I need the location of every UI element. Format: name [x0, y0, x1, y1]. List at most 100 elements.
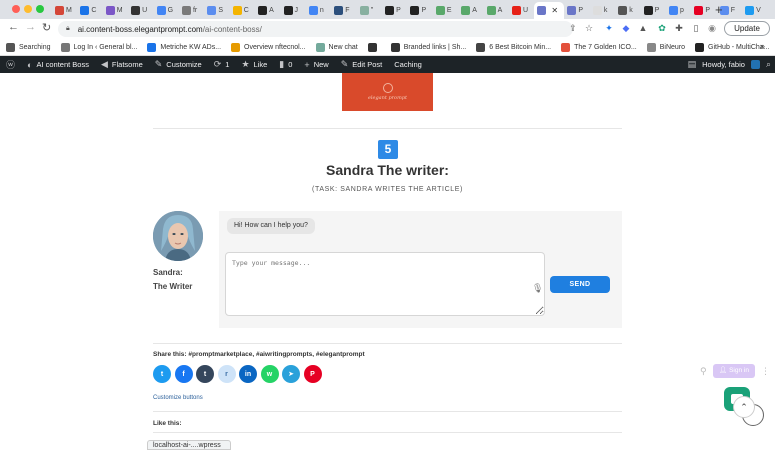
browser-tab[interactable]: P	[382, 2, 407, 19]
translate-icon[interactable]: ⚲	[700, 366, 707, 377]
share-linkedin-button[interactable]: in	[239, 365, 257, 383]
tab-label: A	[497, 7, 503, 14]
tab-label: k	[629, 7, 633, 14]
reader-icon[interactable]: ▤	[688, 59, 697, 70]
browser-tab[interactable]: P	[407, 2, 432, 19]
bookmark-item[interactable]: New chat	[315, 42, 358, 52]
send-button[interactable]: SEND	[550, 276, 610, 293]
bookmark-item[interactable]: GitHub - MultiCha...	[695, 42, 770, 52]
browser-tab[interactable]: P	[641, 2, 666, 19]
browser-tab[interactable]: "	[357, 2, 382, 19]
browser-tab[interactable]: M	[103, 2, 128, 19]
bookmark-star-icon[interactable]: ☆	[583, 22, 595, 34]
admin-edit-post-link[interactable]: ✎ Edit Post	[335, 59, 389, 70]
bookmark-item[interactable]: Metriche KW ADs...	[147, 42, 221, 52]
browser-tab[interactable]: ✕	[534, 2, 565, 19]
bookmark-item[interactable]	[367, 42, 381, 52]
admin-theme-link[interactable]: ◀ Flatsome	[95, 59, 149, 70]
bookmark-item[interactable]: The 7 Golden ICO...	[561, 42, 637, 52]
extension-icon[interactable]: ✿	[656, 22, 668, 34]
tab-label: n	[319, 7, 324, 14]
tab-label: p	[679, 7, 684, 14]
browser-tab[interactable]: n	[306, 2, 331, 19]
browser-tab[interactable]: V	[742, 2, 767, 19]
admin-caching-link[interactable]: Caching	[388, 60, 428, 69]
share-reddit-button[interactable]: r	[217, 365, 236, 383]
message-input[interactable]	[225, 252, 545, 316]
bookmark-item[interactable]: 6 Best Bitcoin Min...	[476, 42, 551, 52]
browser-tab[interactable]: k	[615, 2, 640, 19]
sandra-portrait-icon	[153, 211, 203, 261]
share-tumblr-button[interactable]: t	[196, 365, 214, 383]
browser-tab[interactable]: C	[77, 2, 102, 19]
browser-tab[interactable]: A	[484, 2, 509, 19]
admin-site-link[interactable]: ◐ AI content Boss	[21, 60, 95, 70]
updates-icon: ⟳	[213, 59, 222, 69]
browser-tab[interactable]: F	[331, 2, 356, 19]
browser-tab[interactable]: P	[691, 2, 716, 19]
user-avatar-icon[interactable]	[750, 60, 760, 69]
browser-tab[interactable]: E	[433, 2, 458, 19]
maximize-window-button[interactable]	[36, 5, 44, 13]
new-tab-button[interactable]: +	[715, 2, 723, 17]
bookmark-item[interactable]: Branded links | Sh...	[390, 42, 466, 52]
comment-icon: ▮	[279, 59, 285, 69]
share-pinterest-button[interactable]: P	[303, 365, 322, 383]
browser-tab[interactable]: U	[128, 2, 153, 19]
back-button[interactable]: ←	[8, 21, 19, 33]
extensions-puzzle-icon[interactable]: ✚	[673, 22, 685, 34]
update-button[interactable]: Update	[724, 21, 770, 36]
howdy-user[interactable]: Howdy, fabio	[702, 60, 745, 69]
more-icon[interactable]: ⋮	[761, 366, 770, 377]
close-window-button[interactable]	[12, 5, 20, 13]
browser-tab[interactable]: S	[204, 2, 229, 19]
admin-updates-link[interactable]: ⟳ 1	[208, 59, 236, 70]
browser-tab[interactable]: fr	[179, 2, 204, 19]
minimize-window-button[interactable]	[24, 5, 32, 13]
browser-tab[interactable]: M	[52, 2, 77, 19]
browser-tab[interactable]: k	[590, 2, 615, 19]
share-icon[interactable]: ⇪	[567, 22, 579, 34]
share-twitter-button[interactable]: t	[153, 365, 171, 383]
browser-tab[interactable]: G	[154, 2, 179, 19]
admin-like-link[interactable]: ★ Like	[235, 59, 273, 70]
share-telegram-button[interactable]: ➤	[282, 365, 300, 383]
bookmark-item[interactable]: BiNeuro	[646, 42, 685, 52]
forward-button[interactable]: →	[25, 21, 36, 33]
sidepanel-icon[interactable]: ▯	[690, 22, 702, 34]
browser-tab[interactable]: U	[509, 2, 534, 19]
browser-tab[interactable]: A	[458, 2, 483, 19]
extension-icon[interactable]: ◆	[620, 22, 632, 34]
browser-tab[interactable]: J	[281, 2, 306, 19]
wp-logo[interactable]: ⓦ	[0, 58, 21, 71]
url-path: /ai-content-boss/	[202, 24, 262, 34]
scroll-to-top-button[interactable]: ⌃	[733, 396, 755, 418]
browser-tab[interactable]: A	[255, 2, 280, 19]
more-bookmarks-icon[interactable]: »	[760, 41, 765, 51]
browser-tab[interactable]: p	[666, 2, 691, 19]
reload-button[interactable]: ↻	[42, 21, 51, 34]
share-facebook-button[interactable]: f	[174, 365, 193, 383]
customize-buttons-link[interactable]: Customize buttons	[153, 395, 203, 401]
wp-admin-bar: ⓦ ◐ AI content Boss ◀ Flatsome ✎ Customi…	[0, 56, 775, 73]
bookmark-item[interactable]: Searching	[6, 42, 51, 52]
divider	[153, 128, 622, 129]
admin-comments-link[interactable]: ▮ 0	[273, 59, 298, 70]
share-whatsapp-button[interactable]: w	[260, 365, 279, 383]
close-tab-icon[interactable]: ✕	[551, 6, 558, 15]
extension-icon[interactable]: ✦	[603, 22, 615, 34]
profile-icon[interactable]: ◉	[706, 22, 718, 34]
admin-new-link[interactable]: + New	[298, 60, 334, 70]
address-bar[interactable]: 🔒︎ ai.content-boss.elegantprompt.com /ai…	[58, 21, 573, 37]
admin-customize-link[interactable]: ✎ Customize	[149, 59, 208, 70]
search-icon[interactable]: ⌕	[766, 59, 771, 70]
browser-tab[interactable]: C	[230, 2, 255, 19]
bookmark-item[interactable]: Log In ‹ General bl...	[60, 42, 137, 52]
tab-favicon-icon	[131, 6, 141, 15]
bookmark-item[interactable]: Overview nftecnol...	[231, 42, 306, 52]
browser-tab[interactable]: P	[564, 2, 589, 19]
theme-name: Flatsome	[111, 60, 143, 69]
microphone-icon[interactable]: 🎙︎	[532, 283, 543, 294]
extension-icon[interactable]: ▲	[637, 22, 649, 34]
signin-widget-button[interactable]: 👤︎ Sign in	[713, 364, 755, 378]
